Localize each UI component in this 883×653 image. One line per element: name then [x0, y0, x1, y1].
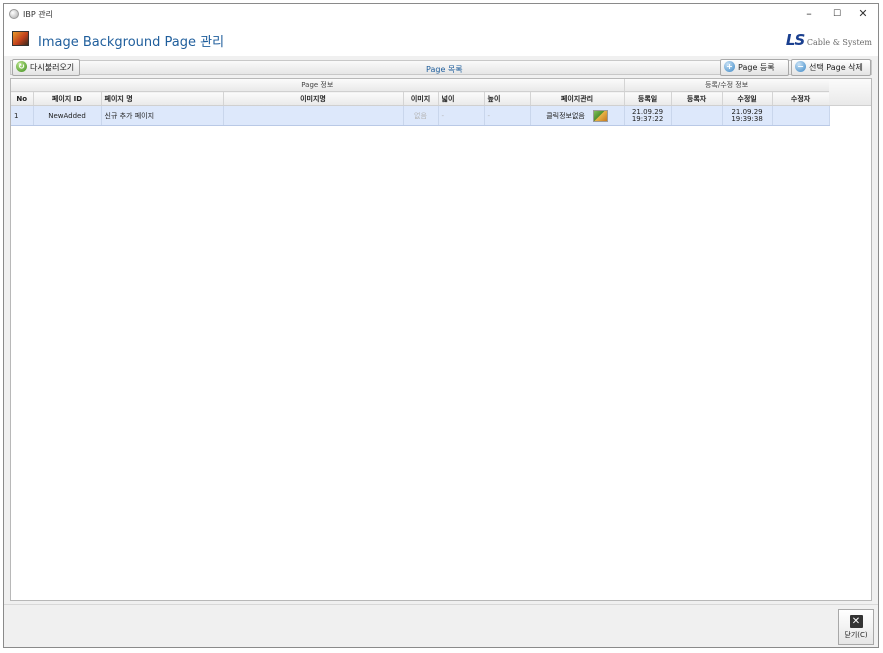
col-page-id[interactable]: 페이지 ID	[33, 91, 102, 106]
cell-no: 1	[11, 105, 34, 126]
close-button[interactable]: ✕ 닫기(C)	[838, 609, 874, 645]
col-image-name[interactable]: 이미지명	[223, 91, 404, 106]
col-height[interactable]: 높이	[484, 91, 531, 106]
group-header-reg-info: 등록/수정 정보	[624, 79, 830, 92]
toolbar: ↻ 다시불러오기 Page 목록 + Page 등록 − 선택 Page 삭제	[10, 59, 872, 76]
col-reg-date[interactable]: 등록일	[624, 91, 672, 106]
close-label: 닫기(C)	[844, 631, 868, 639]
header-filler	[829, 79, 871, 106]
cell-image: 없음	[403, 105, 439, 126]
col-mod-date[interactable]: 수정일	[722, 91, 773, 106]
reload-label: 다시불러오기	[30, 63, 75, 72]
col-no[interactable]: No	[11, 91, 34, 106]
plus-circle-icon: +	[724, 61, 735, 72]
logo-text: Cable & System	[806, 38, 872, 47]
col-image[interactable]: 이미지	[403, 91, 439, 106]
page-list-grid: Page 정보 등록/수정 정보 No 페이지 ID 페이지 명 이미지명 이미…	[10, 78, 872, 601]
minimize-button[interactable]: –	[796, 6, 822, 22]
cell-width: -	[438, 105, 485, 126]
table-row[interactable]: 1 NewAdded 신규 추가 페이지 없음 - - 클릭정보없음 21.09…	[11, 105, 830, 126]
minus-circle-icon: −	[795, 61, 806, 72]
cell-height: -	[484, 105, 531, 126]
reg-time: 19:37:22	[631, 114, 664, 123]
page-table: Page 정보 등록/수정 정보 No 페이지 ID 페이지 명 이미지명 이미…	[11, 79, 830, 126]
app-window: IBP 관리 – ☐ ✕ Image Background Page 관리 LS…	[3, 3, 879, 648]
col-registrant[interactable]: 등록자	[671, 91, 723, 106]
col-page-mgmt[interactable]: 페이지관리	[530, 91, 625, 106]
page-header: Image Background Page 관리 LS Cable & Syst…	[4, 24, 878, 56]
list-title: Page 목록	[426, 65, 463, 74]
cell-mod-date: 21.09.29 19:39:38	[722, 105, 773, 126]
add-page-button[interactable]: + Page 등록	[720, 59, 789, 76]
window-title: IBP 관리	[23, 10, 53, 19]
cell-page-mgmt: 클릭정보없음	[530, 105, 625, 126]
group-header-page-info: Page 정보	[11, 79, 625, 92]
col-modifier[interactable]: 수정자	[772, 91, 830, 106]
company-logo: LS Cable & System	[786, 31, 872, 49]
app-icon	[9, 9, 19, 19]
close-x-icon: ✕	[849, 615, 863, 628]
image-edit-icon[interactable]	[592, 109, 608, 122]
maximize-button[interactable]: ☐	[824, 6, 850, 22]
cell-reg-date: 21.09.29 19:37:22	[624, 105, 672, 126]
logo-ls: LS	[785, 31, 805, 49]
page-mgmt-text: 클릭정보없음	[546, 111, 585, 120]
footer-bar: ✕ 닫기(C)	[4, 604, 878, 647]
delete-page-button[interactable]: − 선택 Page 삭제	[791, 59, 871, 76]
close-window-button[interactable]: ✕	[850, 6, 876, 22]
refresh-icon: ↻	[16, 61, 27, 72]
cell-modifier	[772, 105, 830, 126]
page-title: Image Background Page 관리	[38, 35, 225, 50]
cell-registrant	[671, 105, 723, 126]
cell-image-name	[223, 105, 404, 126]
cell-page-name: 신규 추가 페이지	[101, 105, 224, 126]
add-page-label: Page 등록	[738, 63, 775, 72]
cell-page-id: NewAdded	[33, 105, 102, 126]
reload-button[interactable]: ↻ 다시불러오기	[12, 59, 80, 76]
mod-time: 19:39:38	[731, 114, 763, 123]
col-page-name[interactable]: 페이지 명	[101, 91, 224, 106]
col-width[interactable]: 넓이	[438, 91, 485, 106]
title-bar: IBP 관리 – ☐ ✕	[4, 4, 878, 24]
image-page-icon	[12, 31, 29, 46]
delete-page-label: 선택 Page 삭제	[809, 63, 863, 72]
